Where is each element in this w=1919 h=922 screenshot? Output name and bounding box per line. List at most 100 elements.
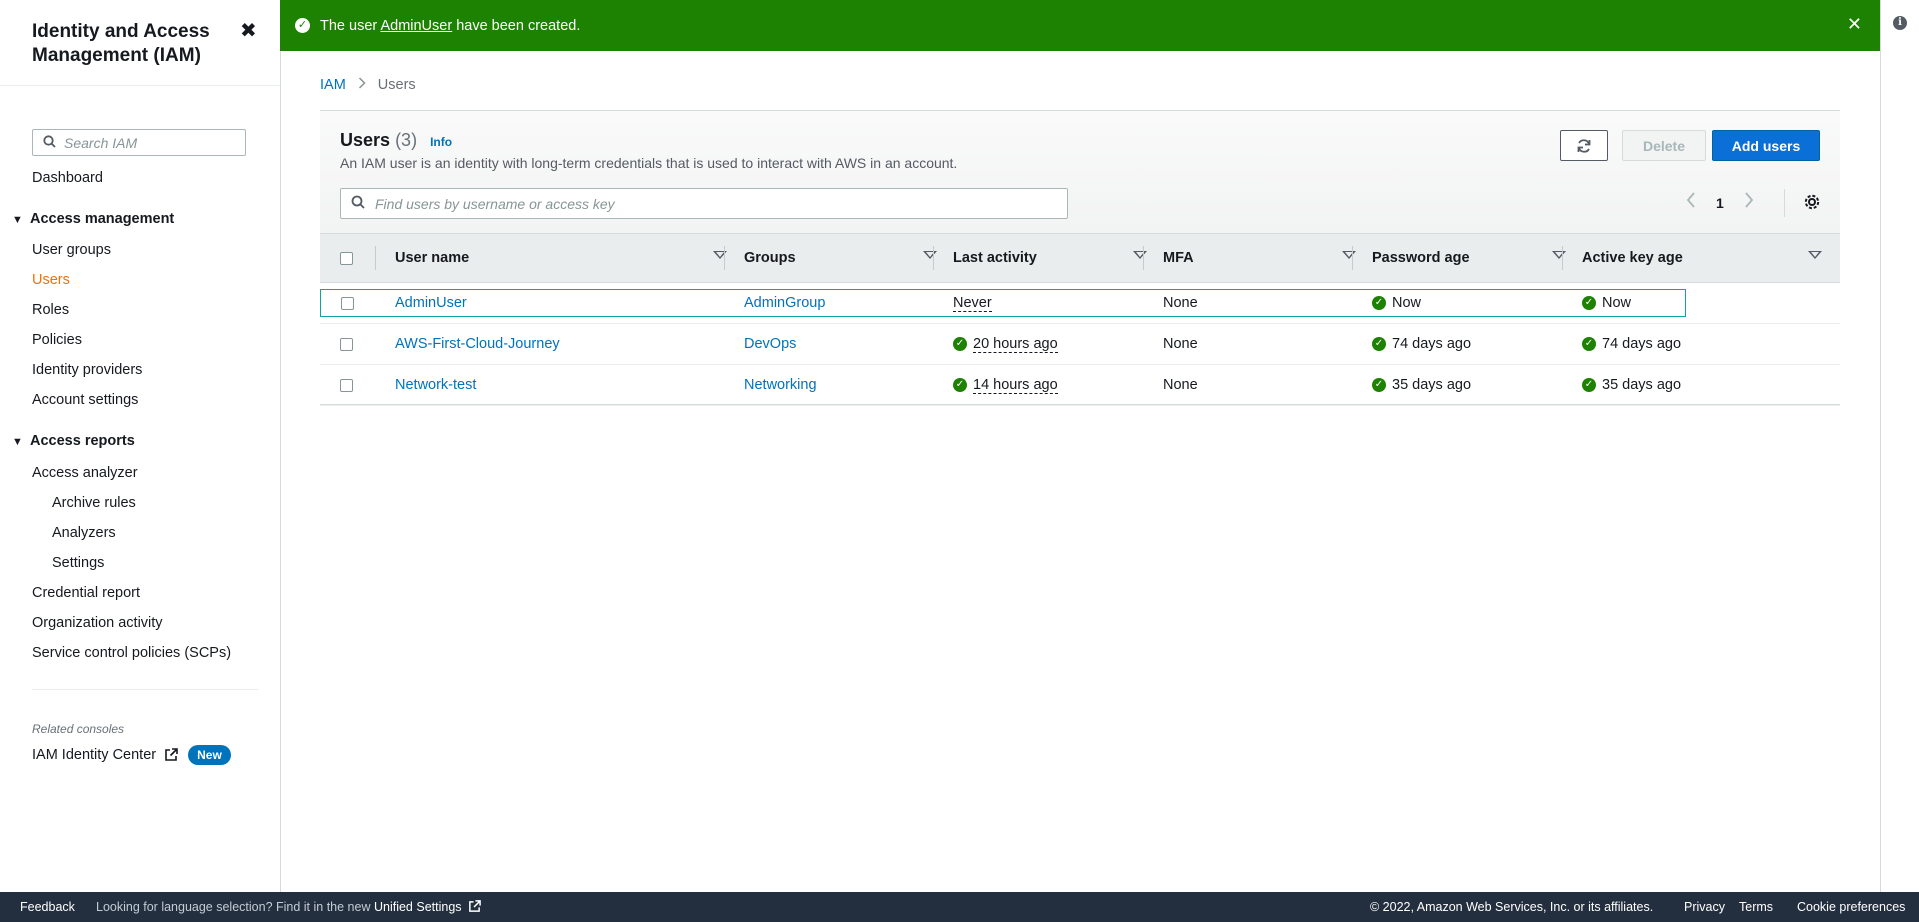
- breadcrumb-users: Users: [377, 77, 416, 93]
- user-search-placeholder: Find users by username or access key: [375, 195, 615, 212]
- nav-credential-report[interactable]: Credential report: [32, 585, 140, 601]
- column-active-key-age[interactable]: Active key age: [1582, 234, 1838, 282]
- password-age-cell: ✓ Now: [1372, 290, 1421, 316]
- group-link[interactable]: AdminGroup: [744, 290, 825, 316]
- user-search-input[interactable]: Find users by username or access key: [340, 188, 1068, 219]
- check-circle-icon: ✓: [953, 378, 967, 392]
- related-consoles-label: Related consoles: [32, 722, 125, 736]
- sort-icon[interactable]: [1808, 251, 1822, 259]
- flash-user-link[interactable]: AdminUser: [380, 18, 452, 34]
- last-activity-value[interactable]: 20 hours ago: [973, 336, 1058, 353]
- iam-identity-center-link[interactable]: IAM Identity Center New: [32, 745, 231, 765]
- refresh-icon: [1576, 138, 1592, 154]
- nav-account-settings[interactable]: Account settings: [32, 392, 138, 408]
- group-link[interactable]: DevOps: [744, 324, 796, 364]
- column-last-activity[interactable]: Last activity: [953, 234, 1163, 282]
- column-groups[interactable]: Groups: [744, 234, 953, 282]
- users-header: Users (3) Info An IAM user is an identit…: [320, 111, 1840, 233]
- table-row[interactable]: Network-test Networking ✓ 14 hours ago No…: [320, 365, 1840, 406]
- check-circle-icon: ✓: [1582, 296, 1596, 310]
- sort-icon[interactable]: [923, 251, 937, 259]
- sort-icon[interactable]: [1133, 251, 1147, 259]
- sidebar: Identity and Access Management (IAM) ✖ S…: [0, 0, 281, 892]
- nav-access-analyzer[interactable]: Access analyzer: [32, 465, 138, 481]
- check-circle-icon: ✓: [1582, 378, 1596, 392]
- terms-link[interactable]: Terms: [1739, 900, 1773, 914]
- last-activity-cell: ✓ 20 hours ago: [953, 324, 1058, 364]
- external-link-icon: [469, 900, 481, 912]
- gear-icon[interactable]: [1803, 193, 1823, 213]
- divider: [0, 85, 280, 86]
- column-user-name[interactable]: User name: [395, 234, 743, 282]
- close-sidebar-icon[interactable]: ✖: [240, 18, 257, 43]
- users-description: An IAM user is an identity with long-ter…: [340, 155, 958, 171]
- nav-scps[interactable]: Service control policies (SCPs): [32, 645, 231, 661]
- check-circle-icon: ✓: [1372, 337, 1386, 351]
- check-circle-icon: ✓: [1582, 337, 1596, 351]
- search-icon: [43, 134, 56, 151]
- chevron-right-icon[interactable]: [1744, 191, 1754, 214]
- check-circle-icon: ✓: [953, 337, 967, 351]
- cookie-preferences-link[interactable]: Cookie preferences: [1797, 900, 1905, 914]
- column-mfa[interactable]: MFA: [1163, 234, 1372, 282]
- users-title-text: Users: [340, 130, 391, 150]
- refresh-button[interactable]: [1560, 130, 1608, 161]
- delete-button[interactable]: Delete: [1622, 130, 1706, 161]
- unified-settings-link[interactable]: Unified Settings: [374, 900, 481, 914]
- sort-icon[interactable]: [1552, 251, 1566, 259]
- row-checkbox[interactable]: [340, 378, 353, 392]
- search-iam-input[interactable]: Search IAM: [32, 129, 246, 156]
- row-select-cell: [341, 290, 354, 316]
- table-row[interactable]: AdminUser AdminGroup Never None ✓ Now ✓ No…: [320, 289, 1686, 317]
- close-icon[interactable]: ✕: [1847, 14, 1862, 35]
- check-circle-icon: ✓: [1372, 296, 1386, 310]
- page-number[interactable]: 1: [1716, 195, 1724, 211]
- search-iam-placeholder: Search IAM: [64, 134, 138, 151]
- last-activity-value[interactable]: 14 hours ago: [973, 377, 1058, 394]
- divider: [320, 404, 1840, 405]
- column-label: Groups: [744, 250, 796, 266]
- language-notice-text: Looking for language selection? Find it …: [96, 900, 374, 914]
- row-checkbox[interactable]: [340, 337, 353, 351]
- nav-users[interactable]: Users: [32, 272, 70, 288]
- select-all-cell: [340, 234, 360, 282]
- nav-archive-rules[interactable]: Archive rules: [52, 495, 136, 511]
- sort-icon[interactable]: [1342, 251, 1356, 259]
- pagination: 1: [1686, 191, 1754, 214]
- privacy-link[interactable]: Privacy: [1684, 900, 1725, 914]
- select-all-checkbox[interactable]: [340, 251, 353, 265]
- key-age-cell: ✓ 74 days ago: [1582, 324, 1681, 364]
- right-tools-rail: i: [1880, 0, 1919, 892]
- group-link[interactable]: Networking: [744, 365, 817, 405]
- nav-analyzer-settings[interactable]: Settings: [52, 555, 104, 571]
- user-name-link[interactable]: AWS-First-Cloud-Journey: [395, 324, 560, 364]
- nav-dashboard[interactable]: Dashboard: [32, 170, 103, 186]
- nav-identity-providers[interactable]: Identity providers: [32, 362, 142, 378]
- column-password-age[interactable]: Password age: [1372, 234, 1582, 282]
- user-name-link[interactable]: AdminUser: [395, 290, 467, 316]
- column-divider: [1143, 246, 1144, 270]
- chevron-right-icon: [358, 77, 366, 93]
- row-checkbox[interactable]: [341, 296, 354, 310]
- nav-section-access-management[interactable]: ▼ Access management: [12, 211, 174, 227]
- key-age-value: 35 days ago: [1602, 377, 1682, 393]
- key-age-value: 74 days ago: [1602, 336, 1682, 352]
- success-flash-banner: ✓ The user AdminUser have been created. …: [280, 0, 1880, 51]
- column-divider: [375, 246, 376, 270]
- nav-policies[interactable]: Policies: [32, 332, 82, 348]
- info-icon[interactable]: i: [1893, 16, 1907, 30]
- nav-roles[interactable]: Roles: [32, 302, 69, 318]
- chevron-left-icon[interactable]: [1686, 191, 1696, 214]
- nav-user-groups[interactable]: User groups: [32, 242, 111, 258]
- add-users-button[interactable]: Add users: [1712, 130, 1820, 161]
- user-name-link[interactable]: Network-test: [395, 365, 476, 405]
- breadcrumb-iam[interactable]: IAM: [320, 77, 346, 93]
- nav-organization-activity[interactable]: Organization activity: [32, 615, 163, 631]
- feedback-link[interactable]: Feedback: [20, 900, 75, 914]
- info-link[interactable]: Info: [430, 135, 452, 149]
- last-activity-value[interactable]: Never: [953, 295, 992, 312]
- nav-analyzers[interactable]: Analyzers: [52, 525, 116, 541]
- table-row[interactable]: AWS-First-Cloud-Journey DevOps ✓ 20 hours…: [320, 324, 1840, 365]
- flash-prefix: The user: [320, 17, 381, 34]
- nav-section-access-reports[interactable]: ▼ Access reports: [12, 433, 135, 449]
